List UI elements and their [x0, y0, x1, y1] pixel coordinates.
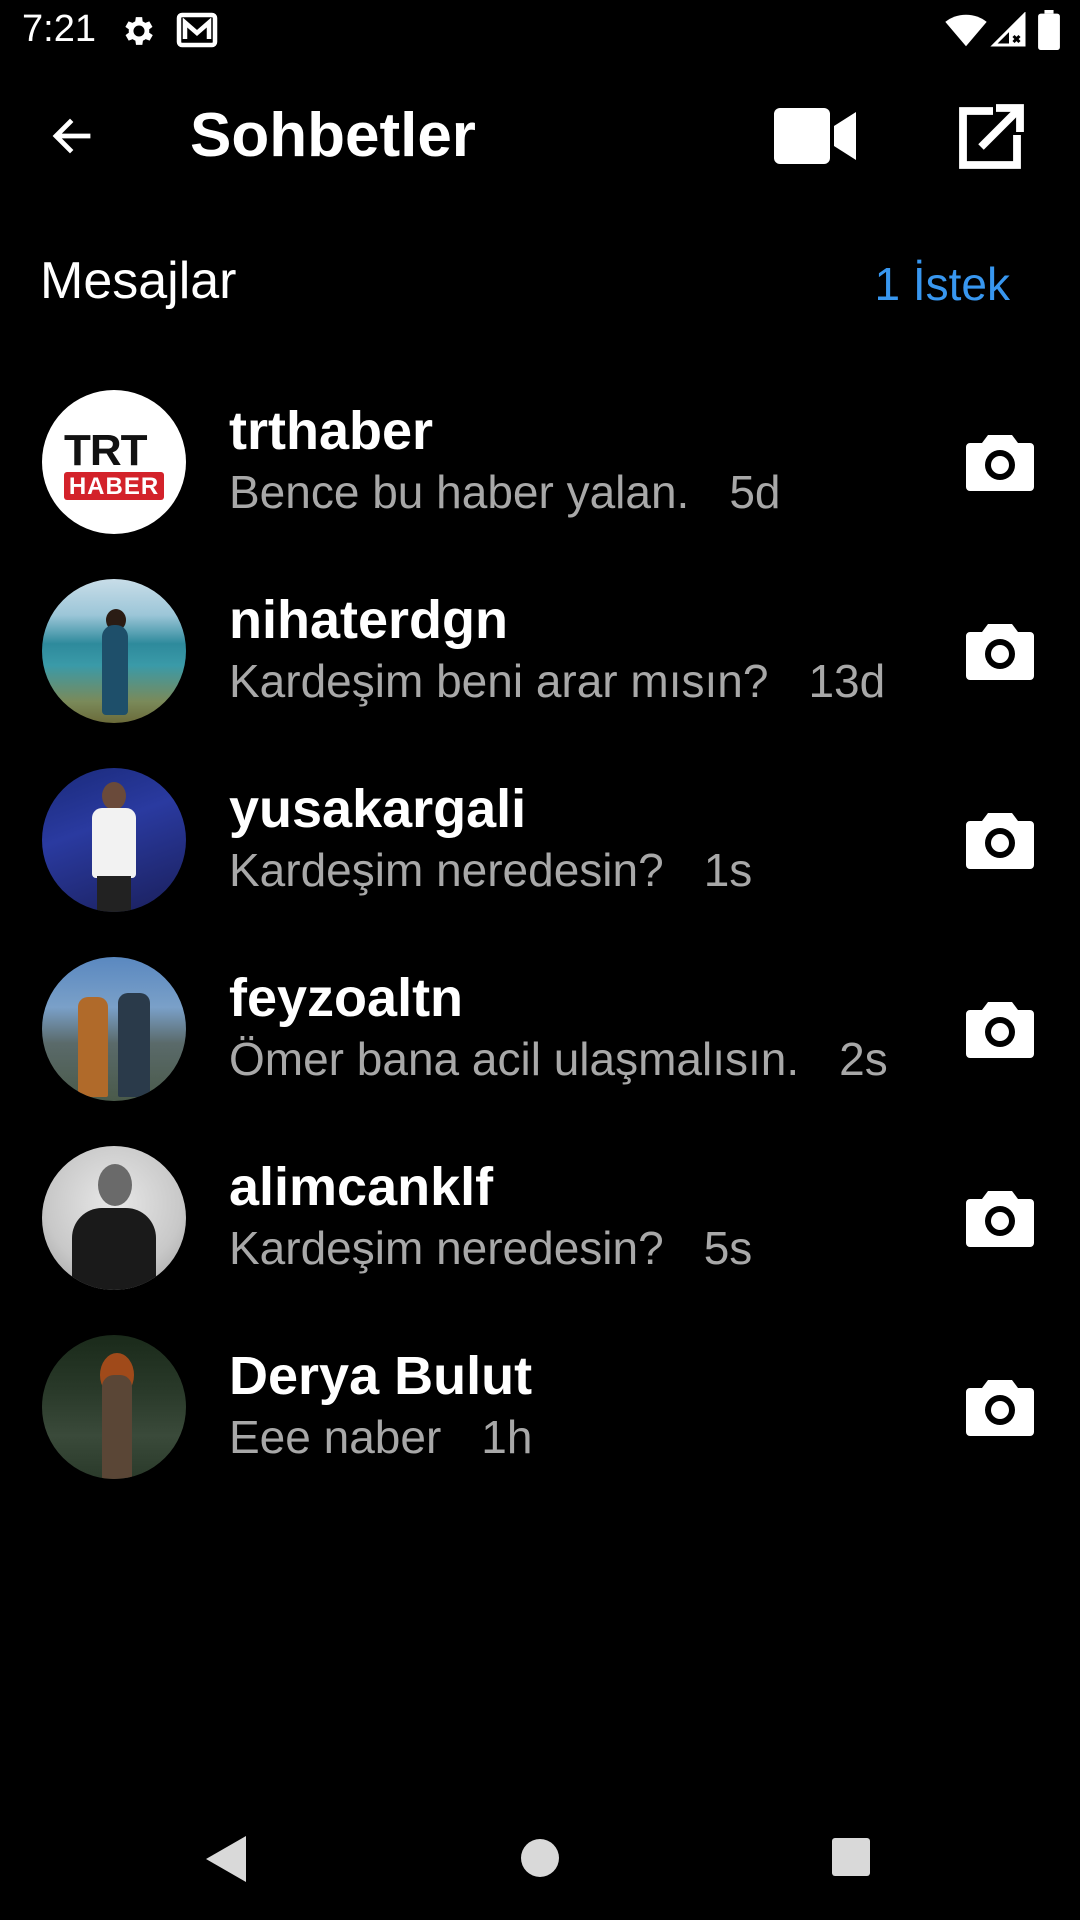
conversation-row-trthaber[interactable]: TRT HABER trthaber Bence bu haber yalan.…: [0, 390, 1080, 579]
preview-text: Ömer bana acil ulaşmalısın.: [229, 1033, 800, 1085]
gear-icon: [125, 17, 153, 45]
conversation-preview: Bence bu haber yalan. 5d: [229, 464, 781, 520]
camera-button[interactable]: [955, 983, 1045, 1073]
back-arrow-icon: [52, 118, 91, 154]
camera-icon: [966, 813, 1034, 869]
compose-icon: [959, 104, 1024, 169]
nav-home-icon[interactable]: [518, 1836, 562, 1880]
mail-icon: [176, 12, 218, 48]
conversation-name: yusakargali: [229, 779, 527, 839]
camera-button[interactable]: [955, 1172, 1045, 1262]
preview-text: Bence bu haber yalan.: [229, 466, 690, 518]
camera-icon: [966, 1191, 1034, 1247]
conversation-row-feyzoaltn[interactable]: feyzoaltn Ömer bana acil ulaşmalısın. 2s: [0, 957, 1080, 1146]
back-button[interactable]: [40, 104, 104, 168]
conversation-time: 1h: [481, 1411, 533, 1463]
camera-button[interactable]: [955, 794, 1045, 884]
camera-icon: [966, 435, 1034, 491]
conversation-row-yusakargali[interactable]: yusakargali Kardeşim neredesin? 1s: [0, 768, 1080, 957]
compose-button[interactable]: [950, 98, 1030, 178]
conversation-row-derya-bulut[interactable]: Derya Bulut Eee naber 1h: [0, 1335, 1080, 1524]
conversation-time: 2s: [839, 1033, 888, 1085]
conversation-row-nihaterdgn[interactable]: nihaterdgn Kardeşim beni arar mısın? 13d: [0, 579, 1080, 768]
nav-recents-icon[interactable]: [830, 1836, 872, 1878]
conversation-name: nihaterdgn: [229, 590, 508, 650]
conversation-time: 1s: [703, 844, 753, 896]
haber-logo-text: HABER: [68, 473, 160, 500]
video-camera-icon: [774, 108, 856, 164]
conversation-name: Derya Bulut: [229, 1346, 533, 1406]
video-call-button[interactable]: [770, 100, 860, 172]
camera-button[interactable]: [955, 1361, 1045, 1451]
camera-button[interactable]: [955, 416, 1045, 506]
battery-icon: [1038, 10, 1060, 50]
avatar[interactable]: [42, 579, 186, 723]
camera-icon: [966, 1002, 1034, 1058]
preview-text: Eee naber: [229, 1411, 442, 1463]
status-time: 7:21: [22, 8, 96, 50]
requests-link[interactable]: 1 İstek: [874, 256, 1010, 312]
conversation-name: alimcanklf: [229, 1157, 494, 1217]
conversation-name: feyzoaltn: [229, 968, 464, 1028]
conversation-time: 13d: [808, 655, 886, 707]
messages-header: Mesajlar 1 İstek: [0, 240, 1080, 320]
avatar[interactable]: [42, 1146, 186, 1290]
status-bar: 7:21: [0, 0, 1080, 60]
nav-back-icon[interactable]: [202, 1832, 252, 1886]
avatar[interactable]: TRT HABER: [42, 390, 186, 534]
avatar[interactable]: [42, 1335, 186, 1479]
conversation-preview: Kardeşim neredesin? 1s: [229, 842, 752, 898]
conversation-time: 5s: [703, 1222, 753, 1274]
conversation-preview: Kardeşim neredesin? 5s: [229, 1220, 752, 1276]
page-title: Sohbetler: [190, 101, 476, 170]
camera-button[interactable]: [955, 605, 1045, 695]
preview-text: Kardeşim neredesin?: [229, 844, 664, 896]
conversation-list: TRT HABER trthaber Bence bu haber yalan.…: [0, 390, 1080, 1524]
avatar[interactable]: [42, 768, 186, 912]
section-title: Mesajlar: [40, 252, 237, 310]
app-bar: Sohbetler: [0, 80, 1080, 190]
navigation-bar: [0, 1800, 1080, 1920]
conversation-time: 5d: [729, 466, 781, 518]
conversation-preview: Eee naber 1h: [229, 1409, 532, 1465]
preview-text: Kardeşim neredesin?: [229, 1222, 664, 1274]
avatar[interactable]: [42, 957, 186, 1101]
camera-icon: [966, 1380, 1034, 1436]
conversation-preview: Kardeşim beni arar mısın? 13d: [229, 653, 885, 709]
trt-logo-text: TRT: [64, 426, 148, 475]
camera-icon: [966, 624, 1034, 680]
preview-text: Kardeşim beni arar mısın?: [229, 655, 769, 707]
conversation-name: trthaber: [229, 401, 434, 461]
conversation-row-alimcanklf[interactable]: alimcanklf Kardeşim neredesin? 5s: [0, 1146, 1080, 1335]
wifi-icon: [945, 14, 987, 47]
conversation-preview: Ömer bana acil ulaşmalısın. 2s: [229, 1031, 888, 1087]
haber-logo-box: HABER: [64, 472, 164, 500]
signal-icon: [990, 12, 1026, 47]
